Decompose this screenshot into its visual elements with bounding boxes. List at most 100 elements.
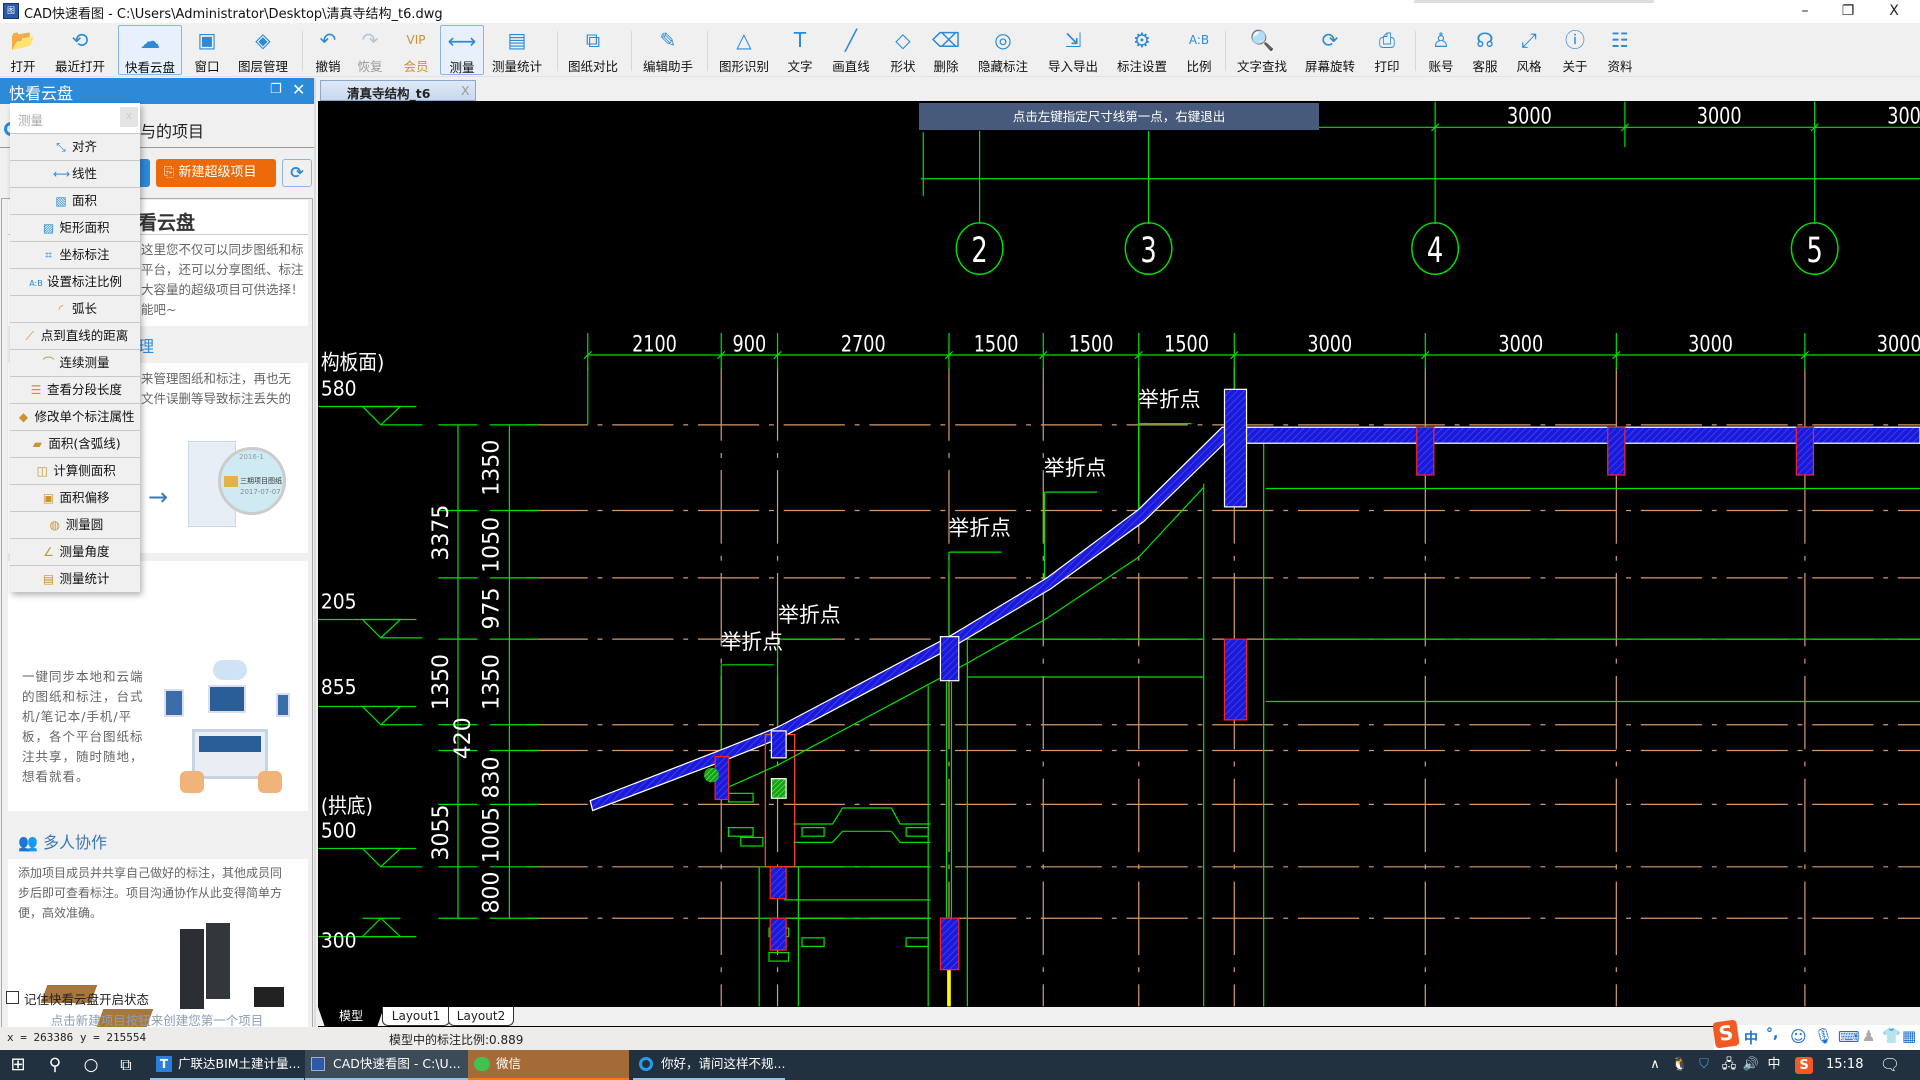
sogou-tray-icon[interactable]: S [1795, 1057, 1813, 1074]
taskbar-item-qq-browser[interactable]: 你好，请问这样不规... [633, 1050, 785, 1080]
segment-length-icon: ☰ [30, 383, 42, 397]
toolbar-button-info[interactable]: ⓘ 关于 [1553, 25, 1597, 75]
menu-item-area[interactable]: ▧ 面积 [10, 187, 140, 214]
menu-close-button[interactable]: x [120, 107, 138, 127]
toolbar-button-cad-edit[interactable]: ✎ 编辑助手 [636, 25, 700, 75]
menu-item-measure-circle[interactable]: ◍ 测量圆 [10, 511, 140, 538]
import-export-icon: ⇲ [1064, 28, 1082, 52]
toolbar-button-folder[interactable]: 📂 打开 [1, 25, 45, 75]
menu-item-measure-stats[interactable]: ▤ 测量统计 [10, 565, 140, 592]
toolbar-button-headset[interactable]: ☊ 客服 [1463, 25, 1507, 75]
document-tab-close[interactable]: X [461, 83, 470, 98]
search-icon[interactable]: ⚲ [38, 1050, 72, 1080]
keyboard-icon[interactable]: ⌨ [1838, 1028, 1860, 1046]
security-shield-icon[interactable]: ⛉ [1694, 1050, 1714, 1080]
toolbar-button-recent-clock[interactable]: ⟲ 最近打开 [48, 25, 112, 75]
toolbar-button-hide-eye[interactable]: ◎ 隐藏标注 [971, 25, 1035, 75]
tab-layout2[interactable]: Layout2 [448, 1007, 514, 1026]
toolbar-button-cloud[interactable]: ☁ 快看云盘 [118, 25, 182, 75]
annotation-settings-icon: ⚙ [1133, 28, 1151, 52]
ime-indicator[interactable]: 中 [1764, 1050, 1784, 1080]
window-title: CAD快速看图 - C:\Users\Administrator\Desktop… [24, 7, 443, 22]
menu-item-segment-length[interactable]: ☰ 查看分段长度 [10, 376, 140, 403]
toolbar-button-user[interactable]: ♙ 账号 [1419, 25, 1463, 75]
menu-item-coordinate[interactable]: ⌗ 坐标标注 [10, 241, 140, 268]
ime-mode-chinese[interactable]: 中 [1744, 1028, 1758, 1048]
panel-close-icon[interactable]: ✕ [292, 80, 305, 99]
sync-refresh-button[interactable]: ⟳ [282, 159, 312, 187]
menu-item-continuous-measure[interactable]: ⌒ 连续测量 [10, 349, 140, 376]
toolbar-button-shape-recognize[interactable]: △ 图形识别 [712, 25, 776, 75]
menu-item-linear-dim[interactable]: ⟷ 线性 [10, 160, 140, 187]
menu-item-arc-area[interactable]: ▰ 面积(含弧线) [10, 430, 140, 457]
toolbar-button-vip[interactable]: VIP 会员 [394, 25, 438, 75]
fold-point-label: 举折点 [1138, 387, 1200, 411]
menu-item-scale-ab[interactable]: A:B 设置标注比例 [10, 268, 140, 295]
toolbar-button-text[interactable]: T 文字 [778, 25, 822, 75]
minimize-button[interactable]: – [1783, 0, 1827, 22]
network-icon[interactable]: 🖧 [1718, 1050, 1740, 1080]
arc-area-icon: ▰ [32, 437, 42, 451]
toolbar-button-measure-ruler[interactable]: ⟷ 测量 [440, 25, 484, 75]
toolbar-button-scale-ab[interactable]: A:B 比例 [1177, 25, 1221, 75]
menu-item-rect-area[interactable]: ▨ 矩形面积 [10, 214, 140, 241]
volume-icon[interactable]: 🔊 [1740, 1050, 1762, 1080]
toolbar-button-line[interactable]: ╱ 画直线 [819, 25, 883, 75]
document-tab[interactable]: 清真寺结构_t6 X [320, 80, 476, 101]
tab-layout1[interactable]: Layout1 [382, 1007, 450, 1026]
remember-state-checkbox[interactable] [6, 991, 19, 1004]
toolbar-button-docs[interactable]: ☷ 资料 [1598, 25, 1642, 75]
toolbar-button-layers[interactable]: ◈ 图层管理 [231, 25, 295, 75]
skin-shirt-icon[interactable]: 👕 [1882, 1027, 1901, 1045]
workstation-illustration [254, 987, 284, 1007]
taskbar-item-glodon[interactable]: T 广联达BIM土建计量... [150, 1050, 304, 1080]
sogou-logo[interactable]: S [1712, 1019, 1740, 1049]
panel-restore-icon[interactable]: ❐ [270, 82, 282, 97]
microphone-icon[interactable]: 🎙 [1814, 1027, 1833, 1045]
restore-button[interactable]: ❐ [1826, 0, 1870, 22]
toolbar-button-text-search[interactable]: 🔍 文字查找 [1230, 25, 1294, 75]
ime-punctuation[interactable]: °, [1766, 1026, 1778, 1042]
menu-item-point-line-distance[interactable]: ⟋ 点到直线的距离 [10, 322, 140, 349]
ime-toolbar[interactable]: S 中 °, ☺ 🎙 ⌨ ♟ 👕 ▦ [1712, 1019, 1920, 1050]
toolbar-button-style[interactable]: ⤢ 风格 [1507, 25, 1551, 75]
toolbar-button-label: 屏幕旋转 [1304, 59, 1355, 74]
notification-icon[interactable]: 🗨 [1878, 1050, 1902, 1080]
tab-model[interactable]: 模型 [318, 1007, 384, 1026]
new-super-project-button[interactable]: ⎘ 新建超级项目 [156, 159, 276, 187]
menu-item-aligned-dim[interactable]: ⤡ 对齐 [10, 133, 140, 160]
clock[interactable]: 15:18 [1826, 1050, 1863, 1080]
toolbar-button-annotation-settings[interactable]: ⚙ 标注设置 [1110, 25, 1174, 75]
show-hidden-icons-chevron[interactable]: ∧ [1645, 1050, 1665, 1080]
toolbar-button-measure-stats[interactable]: ▤ 测量统计 [485, 25, 549, 75]
toolbar-button-shape[interactable]: ◇ 形状 [881, 25, 925, 75]
emoji-icon[interactable]: ☺ [1790, 1027, 1807, 1046]
sync-line: 的图纸和标注，台式 [22, 689, 144, 704]
cortana-icon[interactable]: ○ [74, 1050, 108, 1080]
taskbar-item-cad-viewer[interactable]: CAD快速看图 - C:\U... [305, 1050, 468, 1080]
vertical-dimension-text: 830 [479, 756, 504, 798]
measure-stats-icon: ▤ [507, 28, 527, 52]
toolbar-button-window[interactable]: ▣ 窗口 [185, 25, 229, 75]
toolbar-button-redo[interactable]: ↷ 恢复 [348, 25, 392, 75]
taskbar-item-wechat[interactable]: 微信 [468, 1050, 629, 1080]
menu-item-area-offset[interactable]: ▣ 面积偏移 [10, 484, 140, 511]
cad-drawing-canvas[interactable]: 2 3 4 5 3000 3000 300 2100 900 2700 1500 1500 1500 30… [318, 101, 1920, 1007]
close-button[interactable]: X [1872, 0, 1916, 22]
menu-item-measure-angle[interactable]: ∠ 测量角度 [10, 538, 140, 565]
menu-item-edit-annotation[interactable]: ◆ 修改单个标注属性 [10, 403, 140, 430]
task-view-icon[interactable]: ⧉ [108, 1050, 144, 1080]
toolbar-button-eraser[interactable]: ⌫ 删除 [924, 25, 968, 75]
menu-item-side-area[interactable]: ◫ 计算侧面积 [10, 457, 140, 484]
toolbar-button-printer[interactable]: ⎙ 打印 [1365, 25, 1409, 75]
qq-tray-icon[interactable]: 🐧 [1670, 1050, 1690, 1080]
toolbox-grid-icon[interactable]: ▦ [1902, 1027, 1916, 1045]
user-icon[interactable]: ♟ [1862, 1027, 1875, 1045]
toolbar-button-undo[interactable]: ↶ 撤销 [306, 25, 350, 75]
toolbar-button-screen-rotate[interactable]: ⟳ 屏幕旋转 [1298, 25, 1362, 75]
toolbar-button-compare[interactable]: ⧉ 图纸对比 [561, 25, 625, 75]
cad-drawing[interactable]: 2 3 4 5 3000 3000 300 2100 900 2700 1500 1500 1500 30… [318, 101, 1920, 1007]
menu-item-arc-length[interactable]: ◜ 弧长 [10, 295, 140, 322]
windows-start-icon[interactable]: ⊞ [0, 1050, 36, 1080]
toolbar-button-import-export[interactable]: ⇲ 导入导出 [1041, 25, 1105, 75]
